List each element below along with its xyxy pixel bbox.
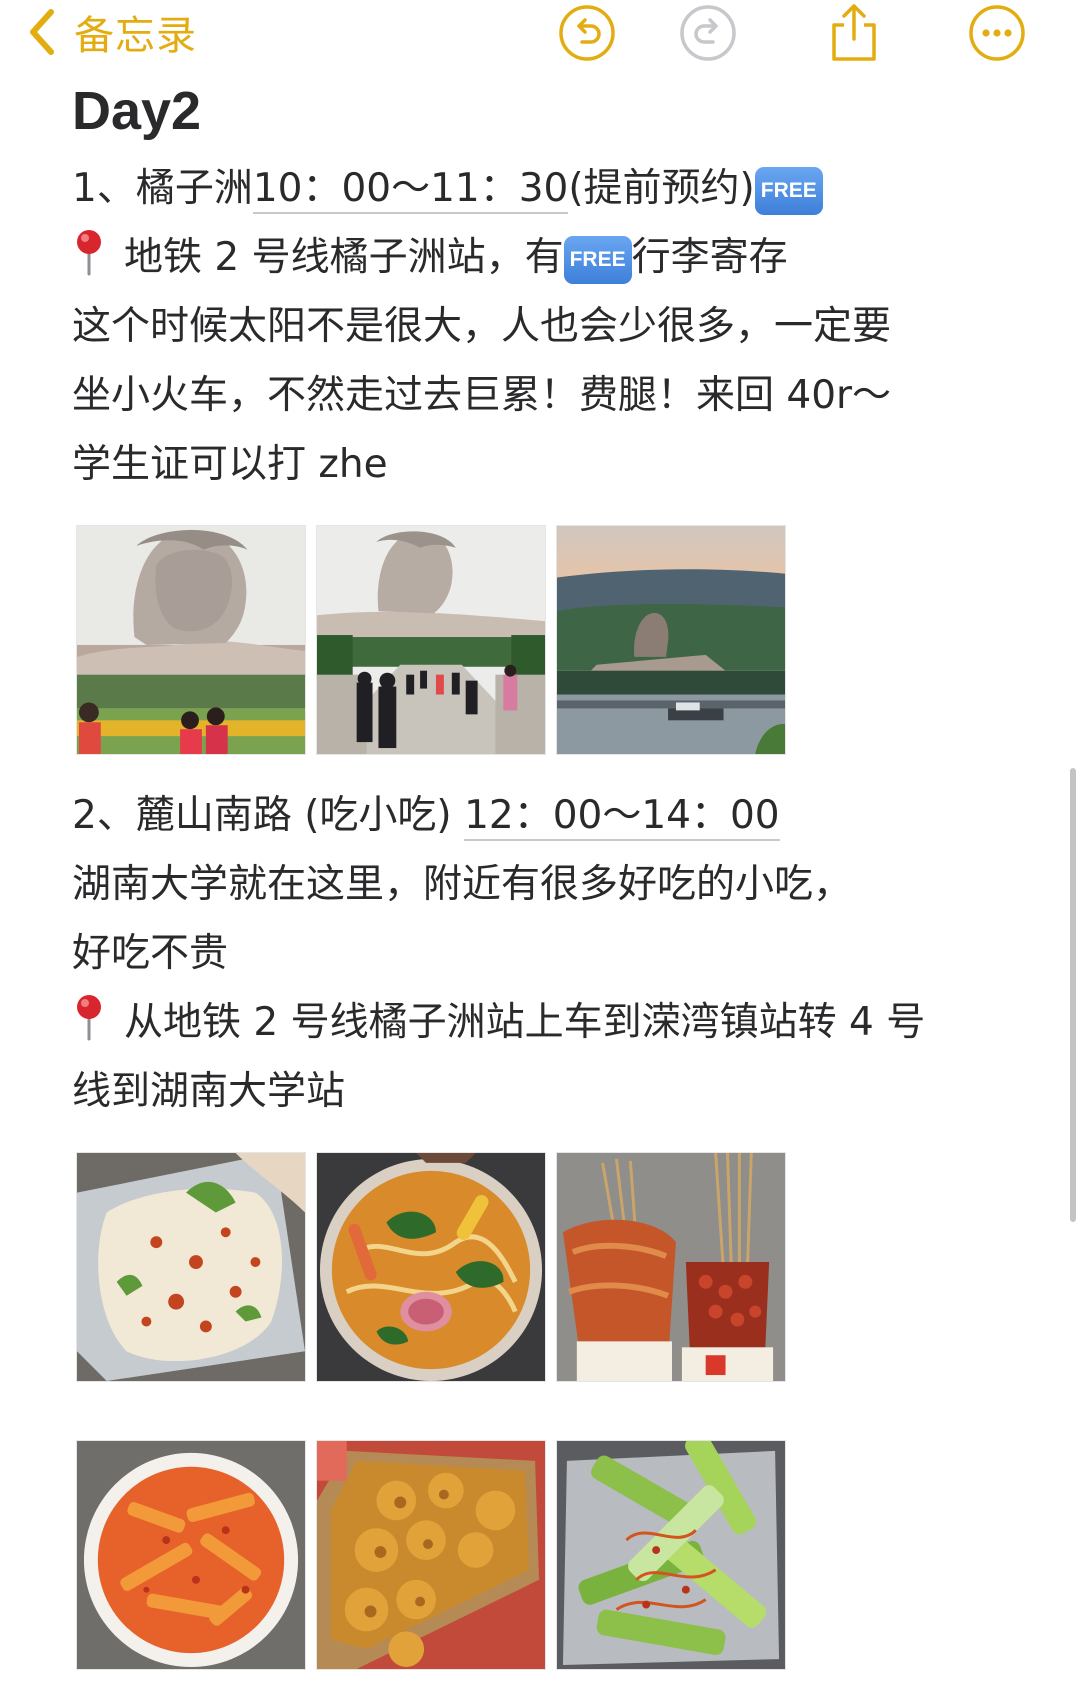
pin-icon	[77, 230, 101, 276]
pin-icon	[77, 995, 101, 1041]
section2-heading-prefix: 2、麓山南路 (吃小吃)	[72, 793, 452, 838]
note-title: Day2	[72, 81, 202, 141]
more-button[interactable]	[968, 4, 1026, 62]
photo-food-cucumber-salad[interactable]	[556, 1440, 786, 1670]
section2-photo-grid-row1	[76, 1152, 1012, 1382]
section2-heading: 2、麓山南路 (吃小吃) 12：00～14：00	[72, 781, 1012, 850]
more-icon	[968, 4, 1026, 62]
back-button[interactable]: 备忘录	[28, 0, 197, 64]
share-icon	[827, 3, 881, 63]
share-button[interactable]	[825, 4, 883, 62]
photo-food-fried-chicken[interactable]	[316, 1440, 546, 1670]
photo-food-fried-tofu-sticks[interactable]	[76, 1440, 306, 1670]
section1-metro: 地铁 2 号线橘子洲站，有 FREE 行李寄存	[72, 223, 1012, 292]
photo-food-skewers[interactable]	[556, 1152, 786, 1382]
section2-desc-line: 好吃不贵	[72, 931, 229, 976]
redo-button[interactable]	[679, 4, 737, 62]
section1-metro-before: 地铁 2 号线橘子洲站，有	[124, 235, 564, 280]
undo-icon	[558, 4, 616, 62]
photo-food-noodle-soup[interactable]	[316, 1152, 546, 1382]
section1-desc-line: 坐小火车，不然走过去巨累！费腿！来回 40r～	[72, 373, 892, 418]
note-body[interactable]: Day2 1、橘子洲10：00～11：30(提前预约) FREE 地铁 2 号线橘…	[72, 74, 1012, 1670]
section2-metro-line: 线到湖南大学站	[72, 1069, 346, 1114]
free-badge: FREE	[754, 167, 823, 215]
undo-button[interactable]	[558, 4, 616, 62]
photo-statue-closeup[interactable]	[76, 525, 306, 755]
photo-statue-plaza[interactable]	[316, 525, 546, 755]
redo-icon	[679, 4, 737, 62]
section1-heading: 1、橘子洲10：00～11：30(提前预约) FREE	[72, 154, 1012, 223]
free-badge: FREE	[563, 236, 632, 284]
navigation-bar: 备忘录	[0, 0, 1080, 70]
scroll-indicator[interactable]	[1070, 768, 1076, 1222]
section1-heading-prefix: 1、橘子洲	[72, 166, 253, 211]
section1-desc-line: 学生证可以打 zhe	[72, 442, 388, 487]
section2-desc-line: 湖南大学就在这里，附近有很多好吃的小吃，	[72, 862, 853, 907]
section2-time: 12：00～14：00	[464, 793, 780, 841]
section2-photo-grid-row2	[76, 1440, 1012, 1670]
photo-food-egg-pancake[interactable]	[76, 1152, 306, 1382]
chevron-left-icon	[28, 8, 56, 56]
section2-metro-line: 从地铁 2 号线橘子洲站上车到溁湾镇站转 4 号	[124, 1000, 926, 1045]
section2-metro: 从地铁 2 号线橘子洲站上车到溁湾镇站转 4 号	[72, 988, 1012, 1057]
section1-metro-after: 行李寄存	[631, 235, 788, 280]
section1-time: 10：00～11：30	[252, 166, 569, 214]
back-button-label: 备忘录	[74, 13, 197, 59]
photo-statue-river[interactable]	[556, 525, 786, 755]
section1-photo-grid	[76, 525, 1012, 755]
section1-heading-suffix: (提前预约)	[568, 166, 755, 211]
section1-desc-line: 这个时候太阳不是很大，人也会少很多，一定要	[72, 304, 892, 349]
